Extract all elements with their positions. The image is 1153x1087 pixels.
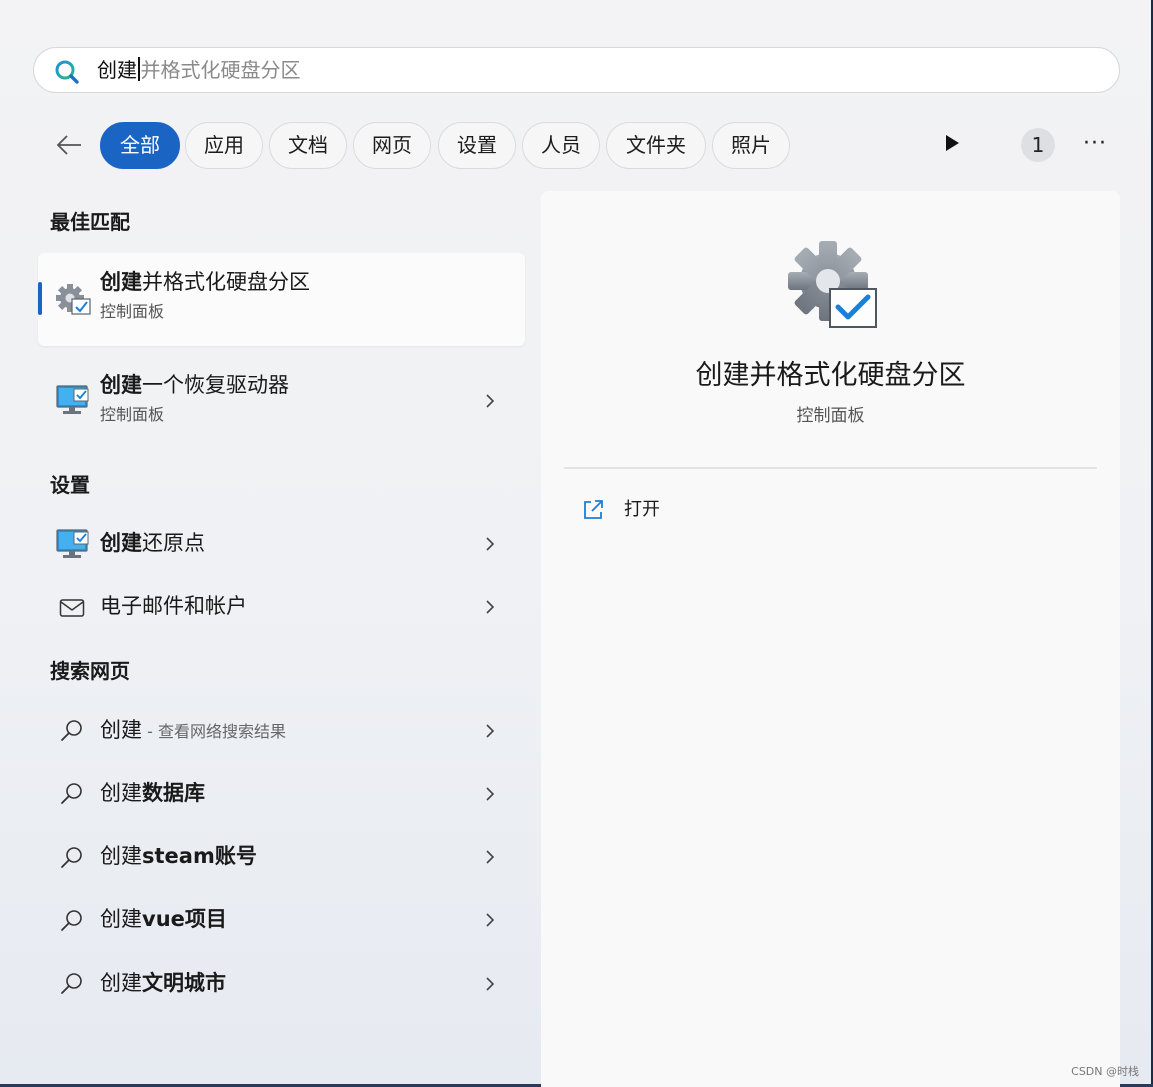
search-box[interactable]: 创建 并格式化硬盘分区 [33,47,1120,93]
preview-title: 创建并格式化硬盘分区 [695,360,966,391]
best-match-subtitle: 控制面板 [100,302,165,321]
search-icon [61,720,82,741]
chevron-right-icon[interactable] [483,537,497,551]
selection-indicator [38,282,42,315]
search-icon [61,973,82,994]
open-button[interactable]: 打开 [624,499,660,521]
chevron-right-icon[interactable] [483,394,497,408]
notification-badge[interactable]: 1 [1021,128,1055,162]
preview-panel: 创建并格式化硬盘分区 控制面板 打开 [541,191,1120,1087]
search-suggestion-text: 并格式化硬盘分区 [140,58,301,82]
control-panel-gear-icon [788,241,877,328]
section-heading-web-search: 搜索网页 [50,659,130,683]
section-heading-settings: 设置 [50,473,90,497]
restore-point-item[interactable]: 创建还原点 [100,530,205,556]
more-options-button[interactable]: ··· [1083,131,1107,157]
email-accounts-item[interactable]: 电子邮件和帐户 [100,593,247,619]
recovery-drive-title[interactable]: 创建一个恢复驱动器 [100,372,289,398]
filter-tab-web[interactable]: 网页 [353,122,431,169]
open-external-icon[interactable] [582,499,604,521]
filter-tab-apps[interactable]: 应用 [185,122,263,169]
filter-tab-photos[interactable]: 照片 [712,122,790,169]
web-result-item[interactable]: 创建文明城市 [100,970,226,998]
search-input[interactable]: 创建 并格式化硬盘分区 [97,57,301,83]
search-typed-text: 创建 [97,58,137,82]
play-more-filters-icon[interactable] [946,135,959,151]
mail-icon [59,599,85,617]
web-result-item[interactable]: 创建steam账号 [100,843,257,871]
preview-subtitle: 控制面板 [796,406,865,426]
web-result-item[interactable]: 创建数据库 [100,780,205,808]
chevron-right-icon[interactable] [483,977,497,991]
text-caret [138,57,140,81]
search-icon [55,60,79,84]
web-result-item[interactable]: 创建 - 查看网络搜索结果 [100,717,286,745]
divider [564,467,1097,469]
section-heading-best-match: 最佳匹配 [50,210,130,234]
web-result-item[interactable]: 创建vue项目 [100,906,227,934]
search-icon [61,847,82,868]
filter-tab-all[interactable]: 全部 [100,122,180,169]
filter-tab-folders[interactable]: 文件夹 [606,122,706,169]
filter-tab-people[interactable]: 人员 [522,122,600,169]
recovery-drive-icon [56,385,89,414]
chevron-right-icon[interactable] [483,600,497,614]
back-arrow-icon[interactable] [54,130,84,160]
search-icon [61,783,82,804]
filter-tab-documents[interactable]: 文档 [269,122,347,169]
chevron-right-icon[interactable] [483,850,497,864]
chevron-right-icon[interactable] [483,787,497,801]
filter-tab-settings[interactable]: 设置 [438,122,516,169]
control-panel-gear-icon [56,284,91,315]
restore-point-icon [56,529,89,558]
best-match-title: 创建并格式化硬盘分区 [100,270,310,294]
search-icon [61,910,82,931]
chevron-right-icon[interactable] [483,913,497,927]
chevron-right-icon[interactable] [483,724,497,738]
recovery-drive-subtitle: 控制面板 [100,405,165,424]
best-match-card[interactable] [38,253,525,346]
watermark-text: CSDN @时栈 [1071,1065,1139,1078]
